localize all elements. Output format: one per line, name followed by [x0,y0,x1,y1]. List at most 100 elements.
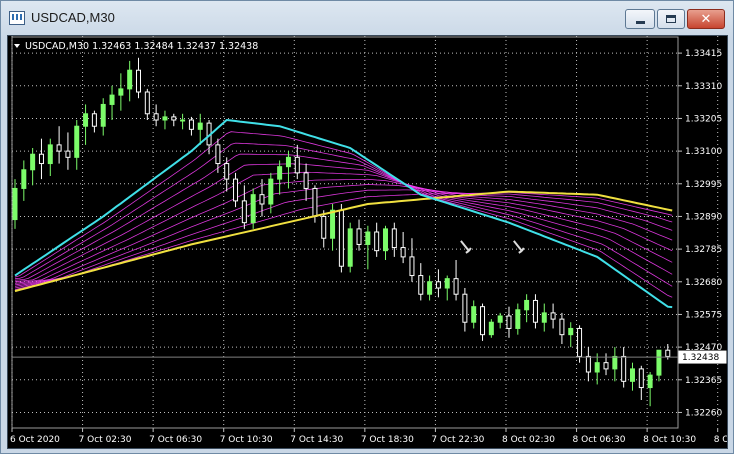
bear-candle [400,247,406,258]
y-tick-label: 1.33100 [685,147,722,157]
bull-candle [268,178,274,205]
bear-candle [418,275,424,295]
x-tick-label: 8 Oct 02:30 [502,435,555,445]
x-tick-label: 7 Oct 02:30 [79,435,132,445]
bear-candle [585,355,591,373]
x-tick-label: 8 Oct 06:30 [573,435,626,445]
bear-candle [665,349,671,357]
x-tick-label: 8 Oct 14:30 [714,435,727,445]
bull-candle [30,153,36,171]
chart-area[interactable]: 1.33415 1.33310 1.33205 1.33100 1.32995 1.328… [7,35,734,449]
bear-candle [312,187,318,217]
bull-candle [497,315,503,323]
bull-candle [612,355,618,370]
chart-window-icon [9,11,25,25]
bear-candle [38,153,44,165]
header-triangle-icon[interactable] [14,44,20,48]
bull-candle [515,309,521,329]
x-tick-label: 8 Oct 10:30 [643,435,696,445]
bear-candle [224,163,230,180]
bull-candle [285,156,291,168]
bull-candle [162,116,168,121]
overlay-layer [12,118,678,358]
bear-candle [506,315,512,329]
x-tick-label: 7 Oct 14:30 [290,435,343,445]
bull-candle [568,327,574,336]
title-bar[interactable]: USDCAD,M30 ✕ [1,1,733,35]
bull-candle [74,125,80,158]
y-tick-label: 1.32260 [685,408,722,418]
bear-candle [215,144,221,165]
bull-candle [427,281,433,295]
bear-candle [462,293,468,323]
x-tick-label: 6 Oct 2020 [10,435,60,445]
bear-candle [409,256,415,277]
bull-candle [471,306,477,323]
bear-candle [374,231,380,252]
bull-candle [444,278,450,289]
chart-window: USDCAD,M30 ✕ 1.33415 1.33310 1.33205 1.3310… [0,0,734,454]
minimize-icon [635,20,645,24]
x-tick-label: 7 Oct 22:30 [431,435,484,445]
bull-candle [656,349,662,376]
y-tick-label: 1.32680 [685,278,722,288]
y-tick-label: 1.33205 [685,114,722,124]
bull-candle [330,209,336,239]
bear-candle [638,368,644,389]
bear-candle [303,172,309,189]
bull-candle [109,94,115,105]
chart-header: USDCAD,M30 1.32463 1.32484 1.32437 1.324… [25,41,258,52]
bull-candle [382,228,388,252]
y-tick-label: 1.33310 [685,82,722,92]
bull-candle [197,122,203,130]
bull-candle [277,166,283,180]
bull-candle [524,299,530,311]
bear-candle [480,306,486,336]
x-tick-label: 7 Oct 06:30 [149,435,202,445]
bear-candle [356,228,362,245]
minimize-button[interactable] [625,9,655,29]
bull-candle [127,69,133,90]
bear-candle [435,281,441,289]
y-tick-label: 1.32995 [685,180,722,190]
bull-candle [21,169,27,189]
close-button[interactable]: ✕ [687,9,725,29]
y-tick-label: 1.32575 [685,310,722,320]
bear-candle [550,312,556,320]
bull-candle [12,187,18,221]
bull-candle [629,368,635,382]
bull-candle [118,88,124,96]
y-tick-label: 1.32785 [685,245,722,255]
bear-candle [91,113,97,127]
bull-candle [47,144,53,165]
bear-candle [153,113,159,121]
bull-candle [594,362,600,373]
close-icon: ✕ [700,11,712,27]
down-arrow-signal-icon [460,240,472,254]
bull-candle [347,228,353,267]
bull-candle [180,119,186,122]
bull-candle [250,194,256,224]
bear-candle [65,150,71,158]
y-tick-label: 1.32890 [685,212,722,222]
bear-candle [559,318,565,336]
bear-candle [171,116,177,121]
window-title: USDCAD,M30 [31,10,115,25]
bull-candle [541,312,547,323]
bear-candle [56,144,62,152]
x-tick-label: 7 Oct 10:30 [220,435,273,445]
down-arrow-signal-icon [513,240,525,254]
price-chart[interactable]: 1.33415 1.33310 1.33205 1.33100 1.32995 1.328… [8,36,734,448]
bear-candle [294,156,300,174]
bull-candle [365,231,371,245]
bear-candle [338,209,344,267]
bear-candle [621,355,627,382]
bull-candle [488,321,494,336]
bear-candle [135,69,141,93]
bear-candle [188,119,194,130]
maximize-button[interactable] [657,9,685,29]
bear-candle [321,215,327,239]
bear-candle [259,194,265,205]
bear-candle [241,200,247,224]
y-tick-label: 1.32365 [685,376,722,386]
